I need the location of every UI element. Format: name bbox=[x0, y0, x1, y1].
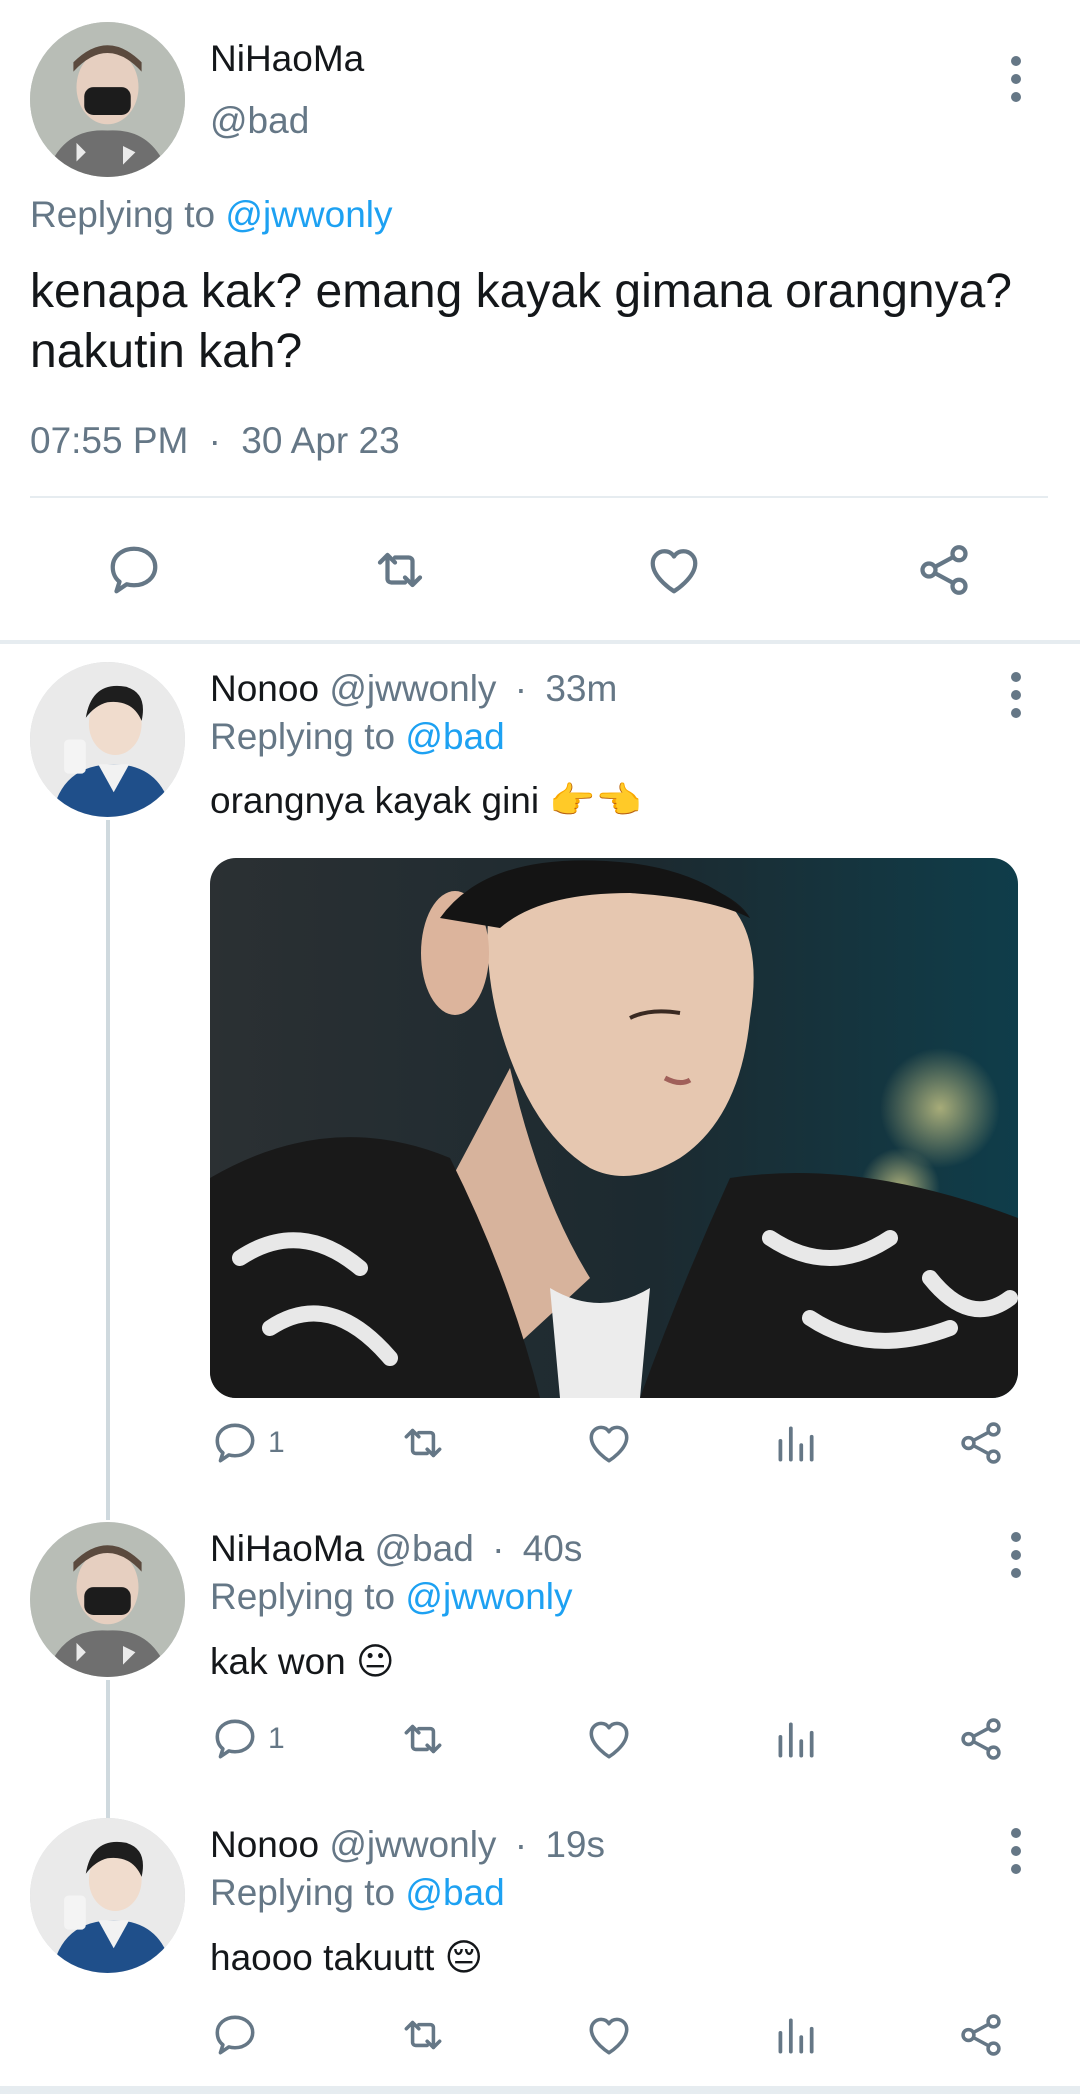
replying-to-line: Replying to @jwwonly bbox=[30, 194, 393, 236]
analytics-icon[interactable] bbox=[770, 2010, 820, 2060]
author-name[interactable]: NiHaoMa bbox=[210, 38, 364, 80]
reply-icon[interactable] bbox=[104, 540, 164, 600]
reply-text-content: orangnya kayak gini bbox=[210, 780, 540, 821]
analytics-icon[interactable] bbox=[770, 1418, 820, 1468]
avatar-nihaoma[interactable] bbox=[30, 1522, 185, 1677]
tweet-text-line: nakutin kah? bbox=[30, 325, 303, 378]
author-handle[interactable]: @jwwonly bbox=[329, 1824, 496, 1865]
like-icon[interactable] bbox=[584, 1714, 634, 1764]
reply-text: haooo takuutt 😔 bbox=[210, 1936, 483, 1979]
replying-to-handle[interactable]: @jwwonly bbox=[225, 194, 392, 235]
replying-to-handle[interactable]: @jwwonly bbox=[405, 1576, 572, 1617]
reply-time: 40s bbox=[522, 1528, 583, 1569]
tweet-date: 30 Apr 23 bbox=[241, 420, 400, 461]
author-name[interactable]: Nonoo bbox=[210, 1824, 319, 1865]
reply-text-content: kak won bbox=[210, 1641, 346, 1682]
reply-icon[interactable] bbox=[210, 1714, 260, 1764]
avatar-image bbox=[30, 662, 185, 817]
tweet-text-line: kenapa kak? emang kayak gimana orangnya? bbox=[30, 265, 1012, 318]
more-icon[interactable] bbox=[1006, 1532, 1026, 1588]
separator-dot: · bbox=[514, 1824, 528, 1865]
author-handle[interactable]: @bad bbox=[375, 1528, 474, 1569]
attached-photo[interactable] bbox=[210, 858, 1018, 1398]
emoji: 😔 bbox=[444, 1937, 484, 1978]
reply-header: Nonoo @jwwonly · 33m bbox=[210, 668, 617, 710]
more-icon[interactable] bbox=[1006, 56, 1026, 112]
divider bbox=[30, 496, 1048, 498]
more-icon[interactable] bbox=[1006, 672, 1026, 728]
separator-dot: · bbox=[492, 1528, 505, 1569]
replying-prefix: Replying to bbox=[30, 194, 216, 235]
like-icon[interactable] bbox=[644, 540, 704, 600]
reply-icon[interactable] bbox=[210, 1418, 260, 1468]
more-icon[interactable] bbox=[1006, 1828, 1026, 1884]
bottom-divider bbox=[0, 2086, 1080, 2094]
retweet-icon[interactable] bbox=[398, 2010, 448, 2060]
emoji: 😐 bbox=[356, 1641, 395, 1682]
avatar-nonoo[interactable] bbox=[30, 1818, 185, 1973]
avatar-image bbox=[30, 22, 185, 177]
author-name[interactable]: NiHaoMa bbox=[210, 1528, 364, 1569]
replying-to-line: Replying to @jwwonly bbox=[210, 1576, 573, 1618]
avatar-nihaoma[interactable] bbox=[30, 22, 185, 177]
separator-dot: · bbox=[208, 420, 221, 461]
tweet-time: 07:55 PM bbox=[30, 420, 189, 461]
analytics-icon[interactable] bbox=[770, 1714, 820, 1764]
separator-dot: · bbox=[514, 668, 528, 709]
retweet-icon[interactable] bbox=[398, 1714, 448, 1764]
replying-prefix: Replying to bbox=[210, 716, 396, 757]
replying-to-line: Replying to @bad bbox=[210, 716, 505, 758]
thread-line bbox=[106, 1680, 110, 1820]
share-icon[interactable] bbox=[956, 1714, 1006, 1764]
reply-count: 1 bbox=[268, 1722, 285, 1755]
reply-time: 19s bbox=[545, 1824, 605, 1865]
photo-image bbox=[210, 858, 1018, 1398]
reply-text: orangnya kayak gini 👉👈 bbox=[210, 780, 642, 823]
author-name[interactable]: Nonoo bbox=[210, 668, 319, 709]
replying-prefix: Replying to bbox=[210, 1872, 396, 1913]
like-icon[interactable] bbox=[584, 2010, 634, 2060]
thread-line bbox=[106, 820, 110, 1520]
share-icon[interactable] bbox=[956, 2010, 1006, 2060]
avatar-image bbox=[30, 1522, 185, 1677]
tweet-text: kenapa kak? emang kayak gimana orangnya?… bbox=[30, 262, 1012, 382]
retweet-icon[interactable] bbox=[398, 1418, 448, 1468]
reply-header: Nonoo @jwwonly · 19s bbox=[210, 1824, 605, 1866]
replying-prefix: Replying to bbox=[210, 1576, 396, 1617]
avatar-nonoo[interactable] bbox=[30, 662, 185, 817]
reply-icon[interactable] bbox=[210, 2010, 260, 2060]
section-divider bbox=[0, 640, 1080, 644]
retweet-icon[interactable] bbox=[370, 540, 430, 600]
reply-count: 1 bbox=[268, 1426, 285, 1459]
replying-to-handle[interactable]: @bad bbox=[405, 1872, 504, 1913]
author-handle[interactable]: @bad bbox=[210, 100, 309, 142]
share-icon[interactable] bbox=[914, 540, 974, 600]
author-handle[interactable]: @jwwonly bbox=[329, 668, 496, 709]
reply-header: NiHaoMa @bad · 40s bbox=[210, 1528, 582, 1570]
replying-to-line: Replying to @bad bbox=[210, 1872, 505, 1914]
share-icon[interactable] bbox=[956, 1418, 1006, 1468]
reply-text: kak won 😐 bbox=[210, 1640, 395, 1683]
emoji: 👉👈 bbox=[549, 780, 642, 821]
reply-time: 33m bbox=[545, 668, 618, 709]
like-icon[interactable] bbox=[584, 1418, 634, 1468]
reply-text-content: haooo takuutt bbox=[210, 1937, 435, 1978]
replying-to-handle[interactable]: @bad bbox=[405, 716, 504, 757]
avatar-image bbox=[30, 1818, 185, 1973]
tweet-timestamp: 07:55 PM · 30 Apr 23 bbox=[30, 420, 400, 462]
